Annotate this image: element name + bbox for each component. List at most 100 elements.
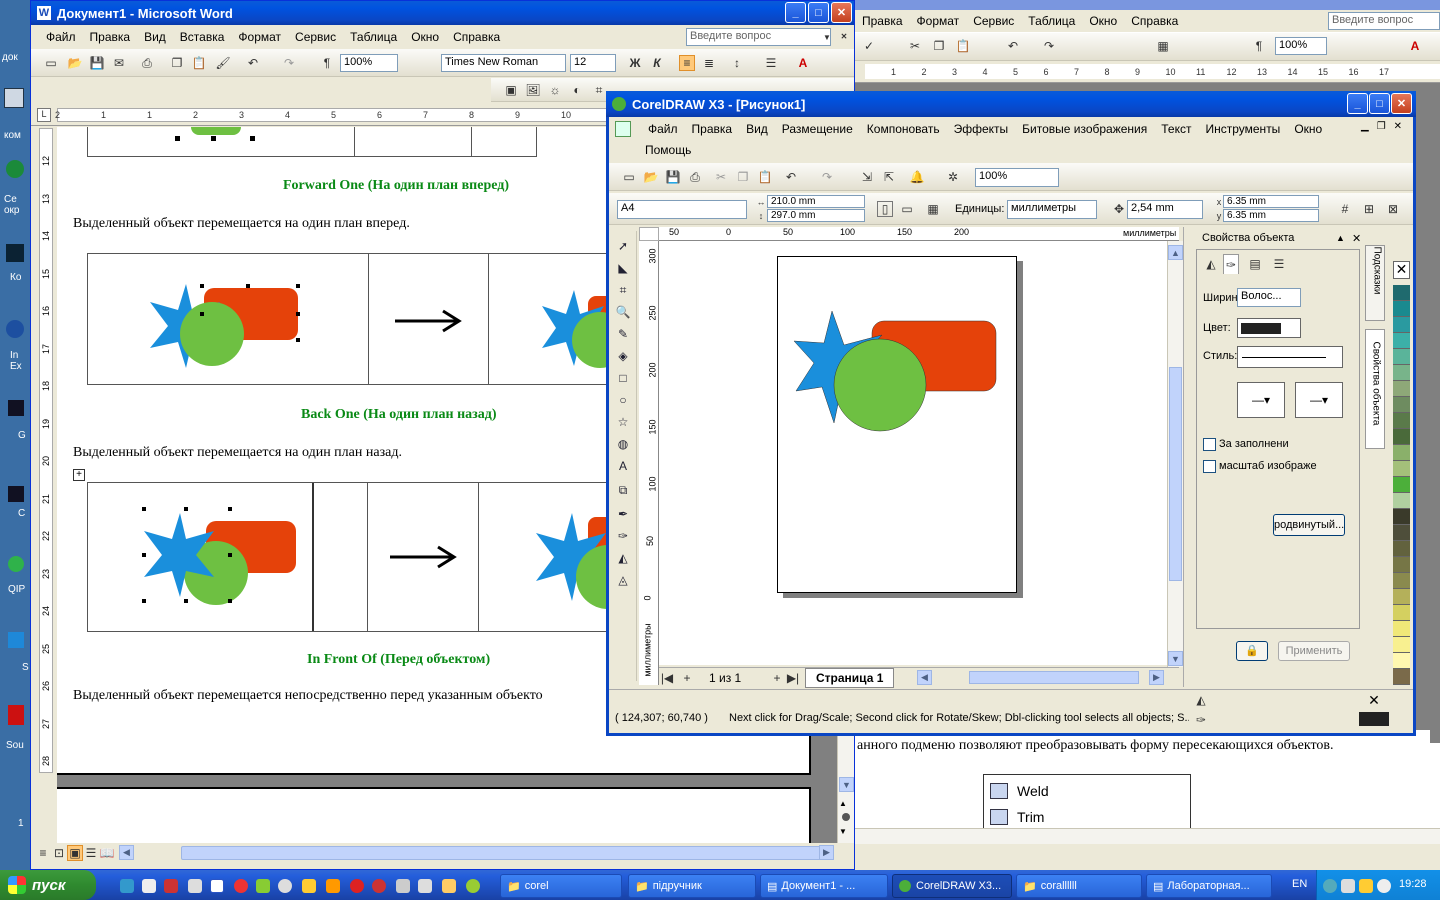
launcher-icon[interactable]: 🔔 <box>909 169 925 185</box>
copy-icon[interactable]: ❐ <box>931 38 947 54</box>
redo-icon[interactable]: ↷ <box>819 169 835 185</box>
tray-shield-icon[interactable] <box>1359 879 1373 893</box>
palette-swatch[interactable] <box>1393 429 1410 445</box>
reading-view-icon[interactable]: 📖 <box>99 845 115 861</box>
corel-menu-arrange[interactable]: Размещение <box>775 122 860 136</box>
zoom-tool-icon[interactable]: 🔍 <box>614 303 632 321</box>
desktop-icon[interactable] <box>8 556 24 572</box>
palette-swatch[interactable] <box>1393 397 1410 413</box>
scroll-left-button[interactable]: ◀ <box>119 845 134 860</box>
behind-fill-checkbox[interactable] <box>1203 438 1216 451</box>
palette-swatch[interactable] <box>1393 573 1410 589</box>
side-tab-hints[interactable]: Подсказки <box>1365 245 1385 321</box>
tray-network-icon[interactable] <box>1341 879 1355 893</box>
hscroll-thumb[interactable] <box>181 846 821 860</box>
desktop-icon[interactable] <box>8 400 24 416</box>
align-center-icon[interactable]: ≡ <box>679 55 695 71</box>
basic-shapes-icon[interactable]: ◍ <box>614 435 632 453</box>
picture-icon[interactable]: ▣ <box>503 82 519 98</box>
menu-view[interactable]: Вид <box>137 30 173 44</box>
word2-menu-item[interactable]: Формат <box>910 14 967 28</box>
save-icon[interactable]: 💾 <box>665 169 681 185</box>
palette-swatch[interactable] <box>1393 365 1410 381</box>
word2-menu-item[interactable]: Окно <box>1082 14 1124 28</box>
shape-tool-icon[interactable]: ◣ <box>614 259 632 277</box>
snap-grid-icon[interactable]: # <box>1337 201 1353 217</box>
crop-icon[interactable]: ⌗ <box>591 82 607 98</box>
cut-icon[interactable]: ✂ <box>713 169 729 185</box>
export-icon[interactable]: ⇱ <box>881 169 897 185</box>
desktop-icon[interactable] <box>8 705 24 725</box>
end-arrow-select[interactable]: —▾ <box>1295 382 1343 418</box>
word2-question-input[interactable]: Введите вопрос <box>1328 12 1440 30</box>
corel-zoom-select[interactable]: 100% <box>975 168 1059 187</box>
corel-scroll-down-button[interactable]: ▼ <box>1168 651 1183 666</box>
font-size-select[interactable]: 12 <box>570 54 616 72</box>
palette-swatch[interactable] <box>1393 381 1410 397</box>
corel-vscroll-thumb[interactable] <box>1169 367 1182 581</box>
web-view-icon[interactable]: ⊡ <box>51 845 67 861</box>
justify-icon[interactable]: ≣ <box>701 55 717 71</box>
welcome-icon[interactable]: ✲ <box>945 169 961 185</box>
word-question-input[interactable]: Введите вопрос <box>686 28 831 46</box>
polygon-tool-icon[interactable]: ☆ <box>614 413 632 431</box>
word2-hscroll[interactable] <box>855 828 1440 844</box>
doc-close-button[interactable]: ✕ <box>837 29 851 43</box>
taskbar-item-coreldraw[interactable]: CorelDRAW X3... <box>892 874 1012 898</box>
taskbar-item-corel-folder[interactable]: 📁 corel <box>500 874 622 898</box>
outline-style-select[interactable] <box>1237 346 1343 368</box>
menu-tools[interactable]: Сервис <box>288 30 343 44</box>
corel-menu-window[interactable]: Окно <box>1287 122 1329 136</box>
corel-menu-bitmaps[interactable]: Битовые изображения <box>1015 122 1154 136</box>
paste-icon[interactable]: 📋 <box>191 55 207 71</box>
rectangle-tool-icon[interactable]: □ <box>614 369 632 387</box>
palette-swatch[interactable] <box>1393 413 1410 429</box>
corel-scroll-left-button[interactable]: ◀ <box>917 670 932 685</box>
media-icon[interactable] <box>278 879 292 893</box>
palette-swatch[interactable] <box>1393 301 1410 317</box>
word2-menu-item[interactable]: Справка <box>1124 14 1185 28</box>
outline-tab-icon[interactable]: ✑ <box>1223 254 1239 274</box>
taskbar-item-word[interactable]: ▤ Документ1 - ... <box>760 874 888 898</box>
add-page-icon[interactable]: + <box>679 670 695 686</box>
folder-icon[interactable] <box>302 879 316 893</box>
scroll-down-button[interactable]: ▼ <box>839 777 854 792</box>
corel-menu-edit[interactable]: Правка <box>685 122 740 136</box>
palette-swatch[interactable] <box>1393 541 1410 557</box>
palette-swatch[interactable] <box>1393 317 1410 333</box>
print-icon[interactable]: ⎙ <box>687 169 703 185</box>
corel-close-button[interactable]: ✕ <box>1391 93 1412 114</box>
palette-swatch[interactable] <box>1393 285 1410 301</box>
outline-color-select[interactable] <box>1237 318 1301 338</box>
docker-close-icon[interactable]: ✕ <box>1352 232 1361 245</box>
palette-swatch[interactable] <box>1393 493 1410 509</box>
menu-insert[interactable]: Вставка <box>173 30 232 44</box>
paste-icon[interactable]: 📋 <box>757 169 773 185</box>
bold-icon[interactable]: Ж <box>627 55 643 71</box>
corel-menu-layout[interactable]: Компоновать <box>860 122 947 136</box>
outline-width-select[interactable]: Волос... <box>1237 288 1301 307</box>
open-icon[interactable]: 📂 <box>643 169 659 185</box>
outline-view-icon[interactable]: ☰ <box>83 845 99 861</box>
dup-y-input[interactable]: 6.35 mm <box>1223 209 1319 222</box>
menu-window[interactable]: Окно <box>404 30 446 44</box>
menu-edit[interactable]: Правка <box>83 30 138 44</box>
corel-menu-file[interactable]: Файл <box>641 122 685 136</box>
doc-minimize-icon[interactable]: ▁ <box>1361 121 1369 137</box>
snap-guides-icon[interactable]: ⊞ <box>1361 201 1377 217</box>
docker-collapse-icon[interactable]: ▲ <box>1336 233 1345 243</box>
chevron-down-icon[interactable]: ▼ <box>819 29 835 45</box>
general-tab-icon[interactable]: ▤ <box>1247 256 1263 272</box>
nudge-input[interactable]: 2,54 mm <box>1127 200 1203 219</box>
contrast-icon[interactable]: ◐ <box>569 82 585 98</box>
qip-icon[interactable] <box>466 879 480 893</box>
selection-handle[interactable] <box>250 136 255 141</box>
palette-swatch[interactable] <box>1393 669 1410 685</box>
taskbar-item-textbook-folder[interactable]: 📁 підручник <box>628 874 756 898</box>
undo-icon[interactable]: ↶ <box>245 55 261 71</box>
hdd-icon[interactable] <box>164 879 178 893</box>
format-painter-icon[interactable]: 🖌 <box>215 55 231 71</box>
word2-menu-item[interactable]: Таблица <box>1021 14 1082 28</box>
fill-tab-icon[interactable]: ◭ <box>1203 256 1219 272</box>
desktop-icon[interactable] <box>6 160 24 178</box>
